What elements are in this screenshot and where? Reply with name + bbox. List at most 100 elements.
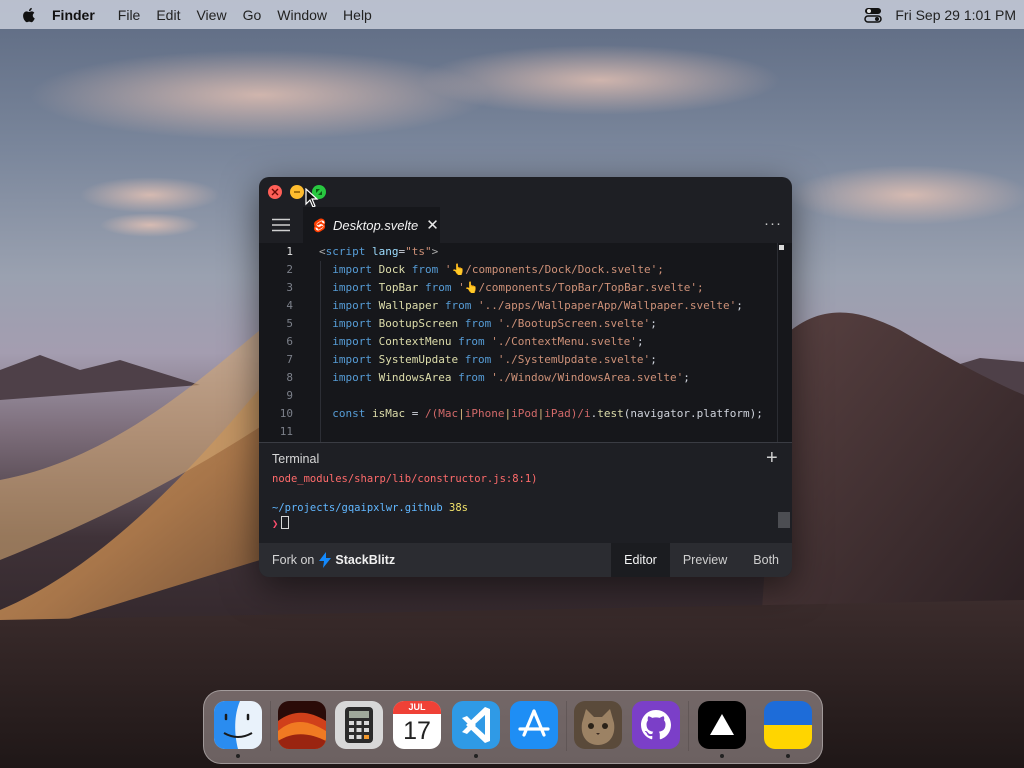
dock-ukraine-flag-icon[interactable]	[764, 701, 812, 749]
code-token: from	[458, 335, 485, 348]
menu-file[interactable]: File	[118, 7, 141, 23]
tab-desktop-svelte[interactable]: Desktop.svelte ✕	[303, 207, 440, 243]
dock-calculator-icon[interactable]	[335, 701, 383, 749]
line-number: 1	[286, 245, 293, 258]
code-token: './ContextMenu.svelte'	[491, 335, 637, 348]
code-token: )/	[570, 407, 584, 420]
dock-cat-app-icon[interactable]	[574, 701, 622, 749]
code-token: iPod	[511, 407, 538, 420]
apple-logo-icon[interactable]	[20, 6, 38, 24]
code-line: import Dock from '👆/components/Dock/Dock…	[319, 261, 763, 279]
code-line: const isMac = /(Mac|iPhone|iPod|iPad)/i.…	[319, 405, 763, 423]
code-token: Wallpaper	[378, 299, 439, 312]
app-name-finder[interactable]: Finder	[52, 7, 95, 23]
code-token: Mac	[438, 407, 459, 420]
fork-label[interactable]: Fork on	[272, 553, 314, 567]
menu-window[interactable]: Window	[277, 7, 327, 23]
code-line: import BootupScreen from './BootupScreen…	[319, 315, 763, 333]
dock-finder-icon[interactable]	[214, 701, 262, 749]
line-number: 7	[286, 353, 293, 366]
running-indicator	[720, 754, 724, 758]
code-token: /components/TopBar/TopBar.svelte	[478, 281, 691, 294]
code-token: '	[458, 281, 465, 294]
line-number: 10	[279, 407, 293, 420]
terminal-prompt-line[interactable]: ❯	[272, 516, 290, 530]
code-token: <	[319, 245, 326, 258]
menu-edit[interactable]: Edit	[156, 7, 180, 23]
line-number: 4	[286, 299, 293, 312]
code-token: ;	[636, 335, 644, 348]
stackblitz-brand[interactable]: StackBlitz	[335, 553, 395, 567]
editor-tab-bar: Desktop.svelte ✕ ···	[259, 207, 792, 243]
menu-help[interactable]: Help	[343, 7, 372, 23]
code-token: const	[332, 407, 366, 420]
code-line: import Wallpaper from '../apps/Wallpaper…	[319, 297, 763, 315]
code-token: /components/Dock/Dock.svelte	[465, 263, 651, 276]
minimap-scroll-thumb[interactable]	[779, 245, 784, 250]
code-token: BootupScreen	[378, 317, 459, 330]
code-token: test	[597, 407, 624, 420]
minimap-border	[777, 243, 778, 442]
menu-view[interactable]: View	[196, 7, 226, 23]
code-editor[interactable]: 1 2 3 4 5 6 7 8 9 10 11 <script lang="ts…	[259, 243, 792, 442]
svelte-icon	[313, 217, 326, 232]
code-token: iPhone	[464, 407, 505, 420]
code-line: import SystemUpdate from './SystemUpdate…	[319, 351, 763, 369]
dock-calendar-icon[interactable]: JUL 17	[393, 701, 441, 749]
menubar-clock[interactable]: Fri Sep 29 1:01 PM	[895, 7, 1016, 23]
menu-bar: Finder File Edit View Go Window Help Fri…	[0, 0, 1024, 29]
tab-editor[interactable]: Editor	[611, 543, 670, 577]
terminal-scrollbar[interactable]	[778, 512, 790, 528]
prompt-chevron-icon: ❯	[272, 518, 279, 530]
control-center-icon[interactable]	[864, 7, 883, 23]
tab-close-icon[interactable]: ✕	[426, 216, 439, 234]
terminal-panel[interactable]: Terminal + node_modules/sharp/lib/constr…	[259, 443, 792, 543]
running-indicator	[236, 754, 240, 758]
code-token: from	[464, 353, 492, 366]
dock-github-icon[interactable]	[632, 701, 680, 749]
code-token: from	[425, 281, 452, 294]
dock-vscode-icon[interactable]	[452, 701, 500, 749]
code-token: >	[431, 245, 439, 258]
terminal-error-line: node_modules/sharp/lib/constructor.js:8:…	[272, 473, 538, 485]
code-token: from	[411, 263, 439, 276]
tab-preview[interactable]: Preview	[670, 543, 740, 577]
code-token: import	[332, 263, 372, 276]
line-number: 3	[286, 281, 293, 294]
code-token: import	[332, 299, 372, 312]
dock-vercel-icon[interactable]	[698, 701, 746, 749]
code-token: import	[332, 317, 372, 330]
code-token: import	[332, 281, 372, 294]
dock-separator	[688, 701, 689, 751]
code-token: (navigator.platform);	[623, 407, 763, 420]
code-token: ;	[650, 317, 657, 330]
stackblitz-bolt-icon[interactable]	[319, 552, 332, 568]
dock-app-store-icon[interactable]	[510, 701, 558, 749]
code-token: ;	[736, 299, 743, 312]
code-token: Dock	[378, 263, 406, 276]
editor-footer: Fork on StackBlitz Editor Preview Both	[259, 543, 792, 577]
close-window-button[interactable]	[268, 185, 282, 199]
code-token: '../apps/WallpaperApp/Wallpaper.svelte'	[477, 299, 737, 312]
mouse-pointer-icon	[305, 188, 319, 208]
code-token: ContextMenu	[378, 335, 452, 348]
minimize-window-button[interactable]	[290, 185, 304, 199]
code-token: i	[584, 407, 591, 420]
line-number: 6	[286, 335, 293, 348]
view-mode-tabs: Editor Preview Both	[611, 543, 792, 577]
more-options-icon[interactable]: ···	[764, 215, 782, 232]
terminal-cursor	[281, 516, 290, 529]
code-token: ;	[683, 371, 690, 384]
window-titlebar[interactable]	[259, 177, 792, 208]
terminal-path-line: ~/projects/gqaipxlwr.github 38s	[272, 502, 468, 514]
dock-separator	[566, 701, 567, 751]
new-terminal-icon[interactable]: +	[766, 447, 778, 470]
pointing-hand-icon: 👆	[464, 281, 479, 294]
tab-both[interactable]: Both	[740, 543, 792, 577]
hamburger-menu-icon[interactable]	[272, 218, 290, 232]
calendar-day: 17	[403, 717, 431, 745]
menu-go[interactable]: Go	[243, 7, 262, 23]
code-token: |	[458, 407, 465, 420]
dock-wallpaper-app-icon[interactable]	[278, 701, 326, 749]
stackblitz-editor-window: Desktop.svelte ✕ ··· 1 2 3 4 5 6 7 8 9 1…	[259, 177, 792, 577]
